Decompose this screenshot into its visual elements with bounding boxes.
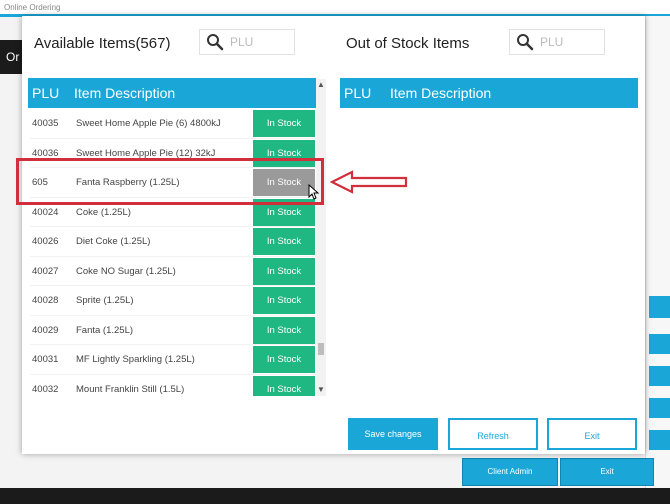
in-stock-button[interactable]: In Stock <box>253 287 315 314</box>
annotation-highlight-box <box>16 158 324 205</box>
out-of-stock-search-box[interactable] <box>509 29 605 55</box>
background-exit-button[interactable]: Exit <box>560 458 654 486</box>
row-description: MF Lightly Sparkling (1.25L) <box>76 354 195 365</box>
background-right-panel <box>645 16 670 504</box>
stock-dialog: Available Items(567) Out of Stock Items … <box>22 16 645 454</box>
row-description: Sprite (1.25L) <box>76 295 134 306</box>
background-panel-button[interactable] <box>649 398 670 418</box>
row-plu: 40031 <box>32 354 59 365</box>
out-of-stock-heading: Out of Stock Items <box>346 35 470 52</box>
app-title: Online Ordering <box>4 3 61 12</box>
side-order-button[interactable]: Or <box>0 40 24 74</box>
in-stock-button[interactable]: In Stock <box>253 346 315 373</box>
in-stock-button[interactable]: In Stock <box>253 316 315 344</box>
table-row: 40031 MF Lightly Sparkling (1.25L) In St… <box>30 345 316 375</box>
row-plu: 40036 <box>32 147 59 159</box>
out-of-stock-table-header: PLU Item Description <box>340 78 638 108</box>
out-of-stock-list <box>340 108 638 396</box>
table-row: 40029 Fanta (1.25L) In Stock <box>30 316 316 345</box>
table-row: 40032 Mount Franklin Still (1.5L) In Sto… <box>30 375 316 396</box>
mouse-cursor-icon <box>308 184 320 200</box>
in-stock-button[interactable]: In Stock <box>253 375 315 396</box>
scroll-down-arrow-icon[interactable]: ▼ <box>316 384 326 396</box>
available-items-list: 40035 Sweet Home Apple Pie (6) 4800kJ In… <box>30 109 316 396</box>
row-plu: 40032 <box>32 383 59 395</box>
plu-column-header: PLU <box>344 85 372 101</box>
row-description: Diet Coke (1.25L) <box>76 236 151 247</box>
row-plu: 40024 <box>32 206 59 218</box>
row-plu: 40027 <box>32 265 59 277</box>
search-icon <box>207 34 224 51</box>
in-stock-button[interactable]: In Stock <box>253 110 315 137</box>
in-stock-button[interactable]: In Stock <box>253 257 315 285</box>
search-icon <box>517 34 534 51</box>
scroll-up-arrow-icon[interactable]: ▲ <box>316 79 326 91</box>
table-row: 40026 Diet Coke (1.25L) In Stock <box>30 227 316 257</box>
available-items-heading: Available Items(567) <box>34 35 171 52</box>
out-of-stock-search-input[interactable] <box>538 34 602 50</box>
row-description: Fanta (1.25L) <box>76 324 134 336</box>
row-plu: 40029 <box>32 324 59 336</box>
available-search-input[interactable] <box>228 34 292 50</box>
description-column-header: Item Description <box>74 85 176 101</box>
row-description: Mount Franklin Still (1.5L) <box>76 383 185 395</box>
background-panel-button[interactable] <box>649 430 670 450</box>
refresh-button[interactable]: Refresh <box>448 418 538 450</box>
available-search-box[interactable] <box>199 29 295 55</box>
background-bottom-bar <box>0 488 670 504</box>
description-column-header: Item Description <box>390 85 492 101</box>
save-changes-button[interactable]: Save changes <box>348 418 438 450</box>
available-list-scrollbar[interactable]: ▲ ▼ <box>316 79 326 396</box>
row-plu: 40028 <box>32 295 59 306</box>
client-admin-button[interactable]: Client Admin <box>462 458 558 486</box>
background-panel-button[interactable] <box>649 296 670 318</box>
exit-button[interactable]: Exit <box>547 418 637 450</box>
row-description: Sweet Home Apple Pie (12) 32kJ <box>76 147 216 159</box>
table-row: 40035 Sweet Home Apple Pie (6) 4800kJ In… <box>30 109 316 139</box>
row-description: Coke NO Sugar (1.25L) <box>76 265 176 277</box>
plu-column-header: PLU <box>32 85 60 101</box>
background-panel-button[interactable] <box>649 366 670 386</box>
row-description: Sweet Home Apple Pie (6) 4800kJ <box>76 118 221 129</box>
row-description: Coke (1.25L) <box>76 206 131 218</box>
scroll-thumb[interactable] <box>318 343 324 355</box>
available-table-header: PLU Item Description <box>28 78 316 108</box>
background-panel-button[interactable] <box>649 334 670 354</box>
table-row: 40028 Sprite (1.25L) In Stock <box>30 286 316 316</box>
annotation-arrow-icon <box>330 170 408 194</box>
row-plu: 40035 <box>32 118 59 129</box>
table-row: 40027 Coke NO Sugar (1.25L) In Stock <box>30 257 316 286</box>
in-stock-button[interactable]: In Stock <box>253 228 315 255</box>
row-plu: 40026 <box>32 236 59 247</box>
